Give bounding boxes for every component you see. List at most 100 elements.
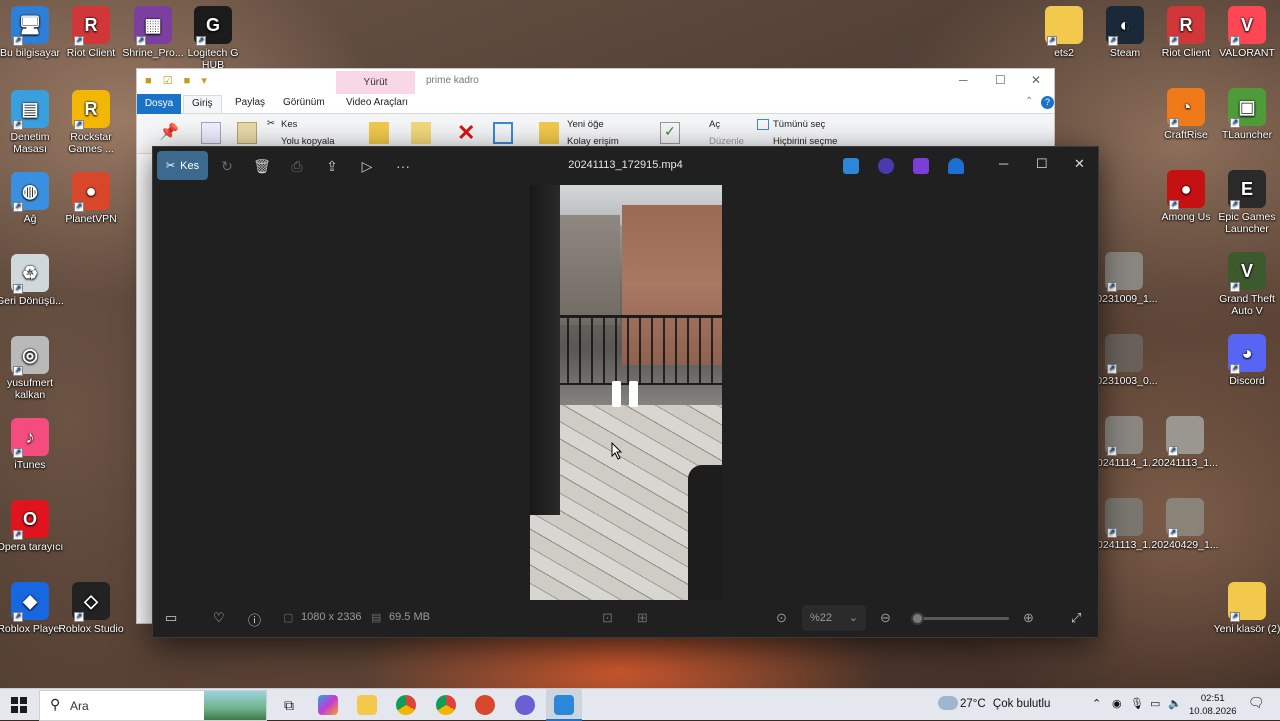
desktop-icon-label: yusufmert kalkan [6,377,54,401]
desktop-icon[interactable]: ♻ ↗ Geri Dönüşü... [0,254,67,307]
minimize-icon[interactable]: ─ [959,73,968,87]
desktop-icon-label: VALORANT [1219,47,1275,59]
network-icon[interactable]: ▭ [1150,697,1160,710]
chrome-profile-icon[interactable] [436,695,456,715]
copilot-icon[interactable] [318,695,338,715]
video-frame[interactable] [530,185,722,600]
desktop-icon-label: 20240429_1... [1151,539,1219,551]
tab-paylas[interactable]: Paylaş [235,97,265,108]
open-label[interactable]: Aç [709,119,720,130]
weather-widget[interactable]: 27°C Çok bulutlu [938,696,1050,710]
desktop-icon[interactable]: ◎ ↗ yusufmert kalkan [0,336,67,401]
start-button[interactable] [11,697,27,713]
desktop-icon[interactable]: ↗ 20240429_1... [1148,498,1222,551]
close-icon[interactable]: ✕ [1074,156,1085,172]
favorite-heart-icon[interactable]: ♡ [213,610,225,626]
cd-icon: ◎ ↗ [11,336,49,376]
zoom-slider[interactable] [911,612,1009,625]
desktop-icon[interactable]: O ↗ Opera tarayıcı [0,500,67,553]
shortcut-arrow-icon: ↗ [136,36,146,46]
desktop-icon[interactable]: ● ↗ PlanetVPN [54,172,128,225]
photos-taskbar-active[interactable] [546,689,582,721]
microphone-icon[interactable]: 🎙 [1130,697,1144,710]
desktop-icon[interactable]: ◇ ↗ Roblox Studio [54,582,128,635]
search-highlight-image [204,691,266,720]
chevron-up-icon[interactable]: ⌃ [1092,697,1101,710]
shortcut-arrow-icon: ↗ [1047,36,1057,46]
maximize-icon[interactable]: ☐ [1036,156,1048,172]
fullscreen-icon[interactable]: ⤢ [1071,610,1081,626]
chevron-down-icon: ⌄ [848,612,858,624]
desktop-icon[interactable]: V ↗ VALORANT [1210,6,1280,59]
desktop-icon[interactable]: G ↗ Logitech G HUB [176,6,250,71]
actual-size-icon[interactable]: ⊡ [602,610,613,626]
clipchamp-icon[interactable] [878,158,894,174]
pause-icon[interactable] [612,381,642,407]
shortcut-arrow-icon: ↗ [74,36,84,46]
video-person [530,185,560,515]
select-all-label[interactable]: Tümünü seç [773,119,825,130]
tab-yurut[interactable]: Yürüt [336,71,415,94]
fit-window-icon[interactable]: ⊞ [637,610,648,626]
explorer-title-bar[interactable]: ■ ☑ ■ ▾ Yürüt prime kadro ─ ☐ ✕ [137,69,1054,94]
info-icon[interactable]: ⓘ [248,610,261,629]
planetvpn-icon[interactable] [475,695,495,715]
desktop-icon[interactable]: ◕ ↗ Discord [1210,334,1280,387]
zoom-dropdown[interactable]: %22 ⌄ [802,605,866,631]
onedrive-icon[interactable] [948,158,964,174]
camera-icon[interactable]: ◉ [1112,697,1122,710]
video-building [550,215,620,325]
pin-icon[interactable]: 📌 [159,122,179,144]
clock-time: 02:51 [1200,693,1225,704]
tab-gorunum[interactable]: Görünüm [283,97,325,108]
tab-video-araclari[interactable]: Video Araçları [346,97,408,108]
clock[interactable]: 02:51 10.08.2026 [1189,692,1237,718]
recycle-bin-icon: ♻ ↗ [11,254,49,294]
chrome-icon[interactable] [396,695,416,715]
minimize-icon[interactable]: ─ [999,156,1008,171]
copy-icon[interactable] [201,122,221,144]
shortcut-arrow-icon: ↗ [1230,118,1240,128]
filmstrip-icon[interactable]: ▭ [165,610,177,626]
desktop-icon[interactable]: ▣ ↗ TLauncher [1210,88,1280,141]
file-explorer-icon[interactable] [357,695,377,715]
maximize-icon[interactable]: ☐ [995,73,1006,87]
desktop-icon[interactable]: ♪ ↗ iTunes [0,418,67,471]
file-size-icon: ▤ [371,612,382,624]
video-editor-icon[interactable] [913,158,929,174]
quick-access-toolbar[interactable]: ■ ☑ ■ ▾ [145,74,211,87]
app-taskbar-icon[interactable] [515,695,535,715]
collapse-ribbon-icon[interactable]: ⌃ [1025,96,1033,107]
move-to-icon[interactable] [369,122,389,144]
shortcut-arrow-icon: ↗ [74,612,84,622]
delete-icon[interactable]: ✕ [457,120,475,146]
help-icon[interactable]: ? [1041,96,1054,109]
paste-icon[interactable] [237,122,257,144]
close-icon[interactable]: ✕ [1031,73,1041,87]
media-viewer-window[interactable]: ✂ Kes ↻ 🗑 ⎙ ⇪ ▷ ··· 20241113_172915.mp4 … [152,146,1099,638]
notifications-icon[interactable]: 🗨 [1248,695,1265,711]
zoom-slider-knob[interactable] [911,612,924,625]
tab-dosya[interactable]: Dosya [137,94,181,114]
volume-icon[interactable]: 🔈 [1168,697,1182,710]
zoom-out-icon[interactable]: ⊖ [880,610,891,626]
copy-to-icon[interactable] [411,122,431,144]
new-item-label[interactable]: Yeni öğe [567,119,604,130]
rename-icon[interactable] [493,122,513,144]
cut-label[interactable]: Kes [281,119,297,130]
desktop-icon[interactable]: E ↗ Epic Games Launcher [1210,170,1280,235]
shortcut-arrow-icon: ↗ [13,36,23,46]
zoom-in-icon[interactable]: ⊕ [1023,610,1034,626]
desktop-icon[interactable]: ↗ 20241113_1... [1148,416,1222,469]
task-view-icon[interactable]: ⧉ [279,695,299,715]
search-box[interactable]: ⚲ Ara [39,690,267,721]
tab-giris[interactable]: Giriş [183,95,222,113]
image-file-icon: ↗ [1105,252,1143,292]
zoom-fit-icon[interactable]: ⊙ [776,610,787,626]
properties-icon[interactable]: ✓ [660,122,680,144]
photo-editor-icon[interactable] [843,158,859,174]
new-folder-icon[interactable] [539,122,559,144]
desktop-icon[interactable]: ↗ Yeni klasör (2) [1210,582,1280,635]
desktop-icon[interactable]: R ↗ Rockstar Games ... [54,90,128,155]
desktop-icon[interactable]: V ↗ Grand Theft Auto V [1210,252,1280,317]
